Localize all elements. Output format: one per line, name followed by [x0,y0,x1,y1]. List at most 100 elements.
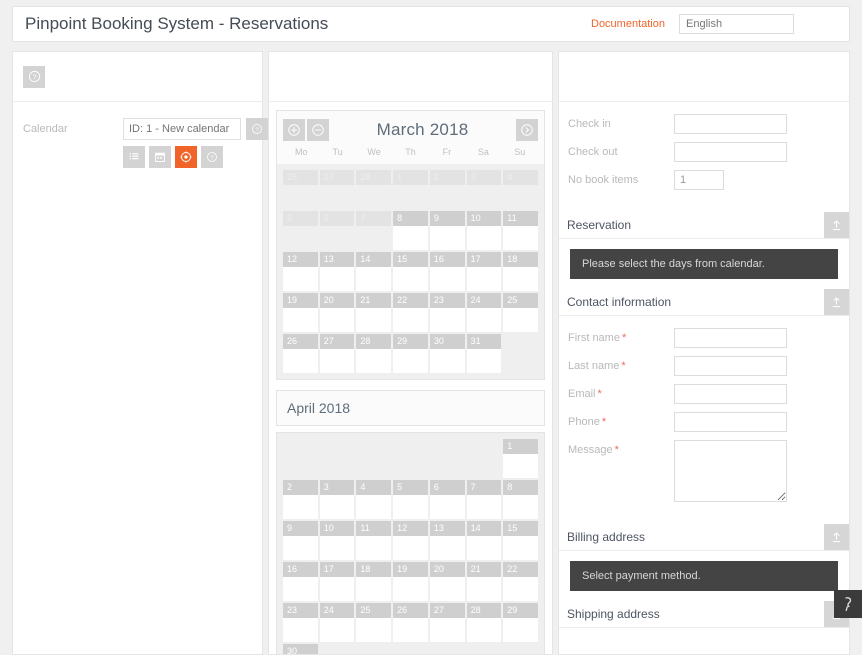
calendar-day[interactable]: 18 [503,252,538,291]
calendar-day[interactable]: 26 [283,334,318,373]
language-input[interactable] [679,14,794,34]
question-circle-icon[interactable]: ? [201,146,223,168]
calendar-day-body[interactable] [429,536,465,560]
calendar-day-body[interactable] [429,226,465,250]
email-input[interactable] [674,384,787,404]
calendar-day-body[interactable] [283,618,318,642]
calendar-day[interactable]: 30 [429,334,465,373]
calendar-day-body[interactable] [319,577,355,601]
calendar-day-body[interactable] [319,267,355,291]
calendar-day[interactable]: 9 [283,521,318,560]
calendar-day-body[interactable] [429,495,465,519]
calendar-day[interactable]: 9 [429,211,465,250]
calendar-day[interactable]: 22 [503,562,538,601]
calendar-day[interactable]: 23 [429,293,465,332]
calendar-day[interactable]: 19 [393,562,428,601]
calendar-day-body[interactable] [503,454,538,478]
calendar-day[interactable]: 25 [356,603,392,642]
calendar-day[interactable]: 15 [393,252,428,291]
calendar-day-body[interactable] [393,226,428,250]
calendar-day-body[interactable] [466,308,502,332]
calendar-day[interactable]: 25 [503,293,538,332]
calendar-day[interactable]: 12 [283,252,318,291]
calendar-day-body[interactable] [319,618,355,642]
check-in-input[interactable] [674,114,787,134]
calendar-id-input[interactable] [123,118,241,140]
calendar-day[interactable]: 11 [356,521,392,560]
calendar-day-body[interactable] [319,349,355,373]
calendar-day-body[interactable] [466,618,502,642]
calendar-day[interactable]: 27 [319,334,355,373]
calendar-day-body[interactable] [503,495,538,519]
collapse-up-icon[interactable] [824,289,849,315]
calendar-day-body[interactable] [503,536,538,560]
calendar-day-body[interactable] [356,495,392,519]
calendar-day-body[interactable] [393,349,428,373]
calendar-day-body[interactable] [283,577,318,601]
calendar-day-body[interactable] [503,618,538,642]
calendar-day-body[interactable] [466,536,502,560]
question-circle-icon[interactable]: ? [23,65,45,88]
calendar-day[interactable]: 13 [319,252,355,291]
collapse-up-icon[interactable] [824,524,849,550]
calendar-day-body[interactable] [429,577,465,601]
calendar-day-body[interactable] [356,267,392,291]
calendar-day[interactable]: 16 [429,252,465,291]
calendar-day-body[interactable] [429,618,465,642]
calendar-day-body[interactable] [319,495,355,519]
calendar-day-body[interactable] [356,577,392,601]
calendar-day[interactable]: 20 [429,562,465,601]
calendar-day[interactable]: 13 [429,521,465,560]
list-icon[interactable] [123,146,145,168]
calendar-day-body[interactable] [393,495,428,519]
calendar-day[interactable]: 8 [393,211,428,250]
calendar-day[interactable]: 20 [319,293,355,332]
calendar-day-body[interactable] [503,308,538,332]
no-book-items-input[interactable] [674,170,724,190]
calendar-day-body[interactable] [393,618,428,642]
calendar-help-icon[interactable]: ? [246,118,268,140]
calendar-day[interactable]: 10 [466,211,502,250]
calendar-day[interactable]: 14 [466,521,502,560]
calendar-day[interactable]: 21 [466,562,502,601]
calendar-day-body[interactable] [356,308,392,332]
calendar-day-body[interactable] [319,308,355,332]
calendar-day[interactable]: 3 [319,480,355,519]
calendar-day[interactable]: 23 [283,603,318,642]
documentation-link[interactable]: Documentation [591,18,665,30]
calendar-day-body[interactable] [393,577,428,601]
calendar-day[interactable]: 14 [356,252,392,291]
calendar-day[interactable]: 5 [393,480,428,519]
calendar-day-body[interactable] [283,349,318,373]
calendar-day-body[interactable] [393,308,428,332]
calendar-day[interactable]: 18 [356,562,392,601]
calendar-icon[interactable] [149,146,171,168]
calendar-day-body[interactable] [283,308,318,332]
collapse-up-icon[interactable] [824,212,849,238]
calendar-day-body[interactable] [356,536,392,560]
message-textarea[interactable] [674,440,787,502]
calendar-day[interactable]: 30 [283,644,318,654]
calendar-day[interactable]: 4 [356,480,392,519]
calendar-day-body[interactable] [429,267,465,291]
first-name-input[interactable] [674,328,787,348]
phone-input[interactable] [674,412,787,432]
calendar-day-body[interactable] [283,267,318,291]
calendar-day-body[interactable] [393,267,428,291]
calendar-day[interactable]: 29 [393,334,428,373]
calendar-day[interactable]: 28 [356,334,392,373]
calendar-day-body[interactable] [466,577,502,601]
calendar-day-body[interactable] [466,267,502,291]
calendar-day-body[interactable] [503,577,538,601]
calendar-day-body[interactable] [429,308,465,332]
last-name-input[interactable] [674,356,787,376]
calendar-day-body[interactable] [466,349,502,373]
zoom-out-icon[interactable] [307,119,329,141]
calendar-day[interactable]: 24 [319,603,355,642]
calendar-day-body[interactable] [356,618,392,642]
calendar-day[interactable]: 28 [466,603,502,642]
calendar-day[interactable]: 11 [503,211,538,250]
calendar-day[interactable]: 8 [503,480,538,519]
calendar-day[interactable]: 12 [393,521,428,560]
calendar-day-body[interactable] [319,536,355,560]
